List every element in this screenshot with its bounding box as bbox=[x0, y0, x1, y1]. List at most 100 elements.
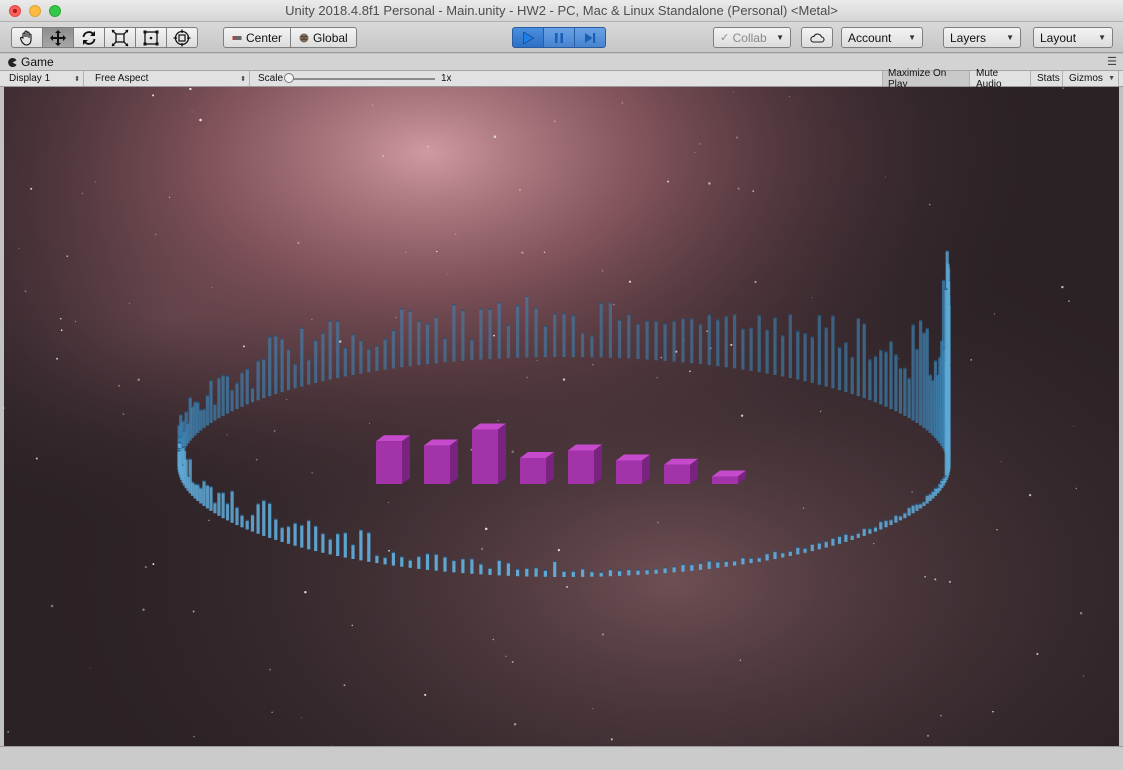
mute-audio-toggle[interactable]: Mute Audio bbox=[971, 68, 1031, 90]
step-icon bbox=[585, 32, 596, 43]
display-dropdown[interactable]: Display 1 ⬍ bbox=[4, 71, 84, 86]
spectrum-bar-cap bbox=[497, 559, 501, 561]
stats-toggle[interactable]: Stats bbox=[1032, 71, 1063, 86]
chevron-down-icon: ▼ bbox=[776, 33, 784, 42]
spectrum-bar bbox=[608, 303, 612, 358]
step-button[interactable] bbox=[574, 27, 606, 48]
spectrum-bar-cap bbox=[817, 315, 821, 317]
tab-menu-icon[interactable]: ☰ bbox=[1107, 55, 1117, 68]
collab-dropdown[interactable]: ✓ Collab ▼ bbox=[713, 27, 791, 48]
rotate-tool-button[interactable] bbox=[73, 27, 105, 48]
spectrum-bar bbox=[383, 557, 387, 565]
spectrum-bar bbox=[300, 328, 304, 387]
band-bar-side bbox=[450, 439, 458, 484]
star bbox=[273, 429, 276, 432]
spectrum-bar-cap bbox=[749, 327, 753, 329]
transform-tools bbox=[11, 27, 198, 48]
spectrum-bar-cap bbox=[571, 314, 575, 317]
game-viewport[interactable] bbox=[4, 87, 1119, 746]
gizmos-dropdown[interactable]: Gizmos ▼ bbox=[1064, 71, 1119, 86]
spectrum-bar bbox=[425, 553, 430, 570]
spectrum-bar-cap bbox=[590, 570, 594, 573]
star bbox=[446, 273, 448, 275]
spectrum-bar-cap bbox=[765, 329, 769, 331]
spectrum-bar bbox=[213, 503, 217, 514]
spectrum-bar bbox=[773, 551, 777, 559]
spectrum-bar-cap bbox=[757, 556, 761, 559]
star bbox=[1061, 285, 1064, 289]
hand-tool-button[interactable] bbox=[11, 27, 43, 48]
spectrum-bar bbox=[915, 504, 919, 511]
layers-dropdown[interactable]: Layers ▼ bbox=[943, 27, 1021, 48]
spectrum-bar-cap bbox=[681, 563, 685, 566]
star bbox=[519, 189, 521, 192]
spectrum-bar bbox=[328, 321, 332, 380]
spectrum-bar-cap bbox=[461, 309, 465, 312]
spectrum-bar bbox=[262, 500, 266, 536]
spectrum-bar bbox=[599, 572, 603, 577]
star bbox=[924, 575, 926, 578]
spectrum-bar bbox=[645, 321, 649, 360]
spectrum-bar-cap bbox=[268, 336, 272, 338]
spectrum-bar bbox=[506, 563, 510, 576]
spectrum-bar-cap bbox=[627, 568, 631, 571]
spectrum-bar bbox=[724, 561, 728, 567]
frequency-band-bar bbox=[424, 439, 458, 484]
spectrum-bar-cap bbox=[452, 304, 456, 306]
spectrum-bar bbox=[280, 527, 284, 542]
spectrum-bar-cap bbox=[240, 372, 244, 374]
spectrum-bar bbox=[217, 492, 221, 516]
star bbox=[7, 730, 10, 733]
spectrum-bar bbox=[590, 571, 594, 577]
star bbox=[118, 384, 121, 387]
spectrum-bar-cap bbox=[479, 308, 483, 310]
star bbox=[405, 251, 407, 253]
band-bar-front bbox=[568, 450, 594, 484]
spectrum-bar-cap bbox=[873, 526, 878, 528]
spectrum-bar bbox=[884, 520, 888, 528]
pivot-rotation-button[interactable]: Global bbox=[290, 27, 357, 48]
game-scene bbox=[4, 87, 1119, 746]
star bbox=[628, 280, 632, 283]
account-dropdown[interactable]: Account ▼ bbox=[841, 27, 923, 48]
tab-game[interactable]: Game bbox=[8, 55, 54, 69]
spectrum-bar-cap bbox=[525, 295, 529, 297]
scale-slider-thumb[interactable] bbox=[284, 73, 294, 83]
spectrum-bar-cap bbox=[599, 571, 603, 573]
spectrum-bar bbox=[408, 311, 412, 367]
scale-control: Scale 1x bbox=[253, 71, 463, 86]
rect-tool-button[interactable] bbox=[135, 27, 167, 48]
scale-slider-track[interactable] bbox=[289, 78, 435, 80]
spectrum-bar-cap bbox=[943, 475, 947, 478]
spectrum-bar bbox=[274, 336, 278, 395]
spectrum-bar bbox=[543, 326, 547, 358]
star bbox=[255, 458, 258, 461]
star bbox=[137, 378, 140, 381]
layout-dropdown[interactable]: Layout ▼ bbox=[1033, 27, 1113, 48]
title-bar: Unity 2018.4.8f1 Personal - Main.unity -… bbox=[0, 0, 1123, 22]
spectrum-bar-cap bbox=[599, 302, 603, 305]
spectrum-bar-cap bbox=[534, 307, 538, 309]
star bbox=[493, 334, 495, 337]
spectrum-bar bbox=[681, 564, 685, 572]
aspect-dropdown[interactable]: Free Aspect ⬍ bbox=[90, 71, 250, 86]
move-tool-button[interactable] bbox=[42, 27, 74, 48]
star bbox=[993, 313, 996, 315]
star bbox=[242, 345, 245, 348]
spectrum-bar-cap bbox=[645, 320, 649, 322]
pivot-mode-button[interactable]: Center bbox=[223, 27, 292, 48]
spectrum-bar-cap bbox=[862, 527, 866, 530]
play-button[interactable] bbox=[512, 27, 544, 48]
star bbox=[557, 548, 561, 552]
cloud-services-button[interactable] bbox=[801, 27, 833, 48]
maximize-on-play-toggle[interactable]: Maximize On Play bbox=[882, 68, 970, 90]
star bbox=[656, 377, 658, 379]
spectrum-bar-cap bbox=[375, 554, 379, 557]
transform-tool-button[interactable] bbox=[166, 27, 198, 48]
spectrum-bar bbox=[716, 320, 720, 367]
scale-tool-button[interactable] bbox=[104, 27, 136, 48]
pause-button[interactable] bbox=[543, 27, 575, 48]
star bbox=[199, 118, 202, 122]
spectrum-bar-cap bbox=[383, 338, 387, 341]
spectrum-bar bbox=[461, 559, 465, 574]
